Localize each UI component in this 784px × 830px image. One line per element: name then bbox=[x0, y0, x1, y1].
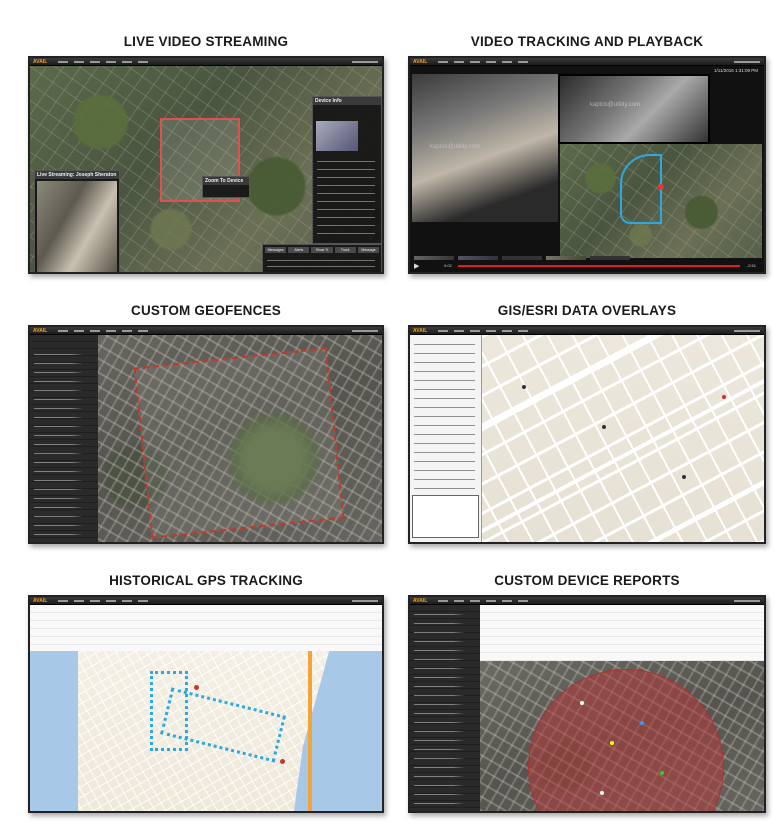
video-watermark: kaptos@utility.com bbox=[430, 144, 480, 150]
panel-historical-gps: HISTORICAL GPS TRACKING AVAIL bbox=[28, 571, 384, 813]
playback-route bbox=[620, 154, 662, 224]
menu-bar: AVAIL bbox=[410, 327, 764, 335]
live-stream-window[interactable]: Live Streaming: Joseph Sheraton bbox=[34, 170, 120, 272]
menu-bar: AVAIL bbox=[30, 597, 382, 605]
report-map[interactable] bbox=[480, 661, 764, 811]
device-detail-panel: Messages Alerts Show Tr Track Message bbox=[262, 244, 382, 272]
app-logo: AVAIL bbox=[413, 598, 428, 604]
layer-list-box[interactable] bbox=[412, 495, 479, 538]
park-area bbox=[226, 411, 322, 507]
panel-title: HISTORICAL GPS TRACKING bbox=[109, 573, 303, 588]
menu-bar: AVAIL bbox=[410, 58, 764, 66]
map-popup[interactable]: Zoom To Device bbox=[202, 176, 250, 198]
report-zone bbox=[528, 669, 724, 811]
screenshot-video-playback: AVAIL 1/11/2016 1:31:09 PM kaptos@utilit… bbox=[408, 56, 766, 274]
layer-sidebar bbox=[410, 335, 482, 542]
track-start-marker bbox=[194, 685, 199, 690]
device-list-panel: Device Info bbox=[312, 96, 382, 244]
vehicle-marker bbox=[658, 184, 664, 190]
device-info-title: Device Info bbox=[313, 97, 381, 105]
device-sidebar bbox=[30, 335, 98, 542]
panel-title: LIVE VIDEO STREAMING bbox=[123, 34, 289, 49]
time-remaining: -2:51 bbox=[746, 263, 756, 268]
gps-track-route-2 bbox=[159, 687, 287, 763]
screenshot-geofences: AVAIL bbox=[28, 325, 384, 544]
panel-gis-overlays: GIS/ESRI DATA OVERLAYS AVAIL bbox=[408, 301, 766, 544]
panel-custom-geofences: CUSTOM GEOFENCES AVAIL bbox=[28, 301, 384, 544]
screenshot-live-video: AVAIL Zoom To Device Live Streaming: Jos… bbox=[28, 56, 384, 274]
playback-map[interactable] bbox=[560, 144, 762, 258]
screenshot-gis: AVAIL bbox=[408, 325, 766, 544]
message-button[interactable]: Message bbox=[357, 247, 380, 253]
gis-map[interactable] bbox=[482, 335, 764, 542]
playback-timestamp: 1/11/2016 1:31:09 PM bbox=[714, 68, 758, 73]
report-table bbox=[480, 605, 764, 661]
app-logo: AVAIL bbox=[413, 59, 428, 65]
history-table bbox=[30, 605, 382, 651]
menu-bar: AVAIL bbox=[30, 327, 382, 335]
panel-video-tracking-playback: VIDEO TRACKING AND PLAYBACK AVAIL 1/11/2… bbox=[408, 32, 766, 274]
app-logo: AVAIL bbox=[33, 598, 48, 604]
app-logo: AVAIL bbox=[413, 328, 428, 334]
live-video-frame bbox=[37, 181, 117, 272]
menu-bar: AVAIL bbox=[410, 597, 764, 605]
track-end-marker bbox=[280, 759, 285, 764]
app-logo: AVAIL bbox=[33, 328, 48, 334]
screenshot-device-reports: AVAIL bbox=[408, 595, 766, 813]
water-left bbox=[30, 651, 78, 811]
panel-title: CUSTOM DEVICE REPORTS bbox=[494, 573, 680, 588]
history-map[interactable] bbox=[30, 651, 382, 811]
playback-controls: ▶ 0:02 -2:51 bbox=[410, 260, 764, 272]
panel-title: CUSTOM GEOFENCES bbox=[131, 303, 281, 318]
alerts-button[interactable]: Alerts bbox=[288, 247, 310, 253]
panel-live-video-streaming: LIVE VIDEO STREAMING AVAIL Zoom To Devic… bbox=[28, 32, 384, 274]
menu-bar: AVAIL bbox=[30, 58, 382, 66]
interior-video-main: kaptos@utility.com bbox=[412, 74, 558, 222]
panel-title: GIS/ESRI DATA OVERLAYS bbox=[497, 303, 677, 318]
time-elapsed: 0:02 bbox=[444, 263, 452, 268]
report-sidebar bbox=[410, 605, 480, 811]
highway bbox=[308, 651, 312, 811]
play-icon[interactable]: ▶ bbox=[414, 262, 419, 270]
messages-button[interactable]: Messages bbox=[265, 247, 287, 253]
screenshot-gps-history: AVAIL bbox=[28, 595, 384, 813]
live-stream-title: Live Streaming: Joseph Sheraton bbox=[35, 171, 119, 179]
track-button[interactable]: Track bbox=[334, 247, 356, 253]
panel-device-reports: CUSTOM DEVICE REPORTS AVAIL bbox=[408, 571, 766, 813]
show-trail-button[interactable]: Show Tr bbox=[311, 247, 333, 253]
seek-bar[interactable] bbox=[458, 265, 740, 267]
panel-title: VIDEO TRACKING AND PLAYBACK bbox=[470, 34, 704, 49]
interior-video-pip: kaptos@utility.com bbox=[558, 74, 710, 144]
app-logo: AVAIL bbox=[33, 59, 48, 65]
